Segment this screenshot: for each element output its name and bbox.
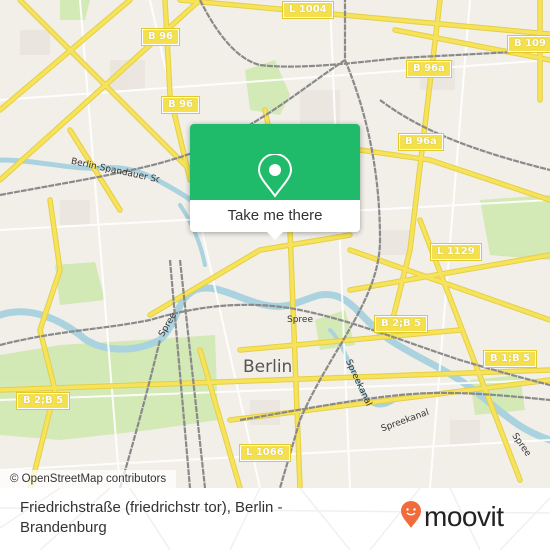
road-shield-b96: B 96 xyxy=(160,96,201,114)
popup-header xyxy=(190,124,360,200)
map-view[interactable]: L 1004 B 109 B 96 B 96 B 96a B 96a L 112… xyxy=(0,0,550,488)
moovit-logo[interactable]: moovit xyxy=(400,501,504,533)
moovit-wordmark: moovit xyxy=(424,501,504,532)
road-shield-b2-b5: B 2;B 5 xyxy=(373,315,429,333)
city-label: Berlin xyxy=(243,357,293,377)
road-shield-b96a: B 96a xyxy=(406,60,452,78)
map-attribution[interactable]: © OpenStreetMap contributors xyxy=(0,470,177,488)
stop-name: Friedrichstraße (friedrichstr tor), Berl… xyxy=(20,499,283,536)
road-shield-b96: B 96 xyxy=(140,28,181,46)
road-shield-l1066: L 1066 xyxy=(239,444,291,462)
road-shield-b1-b5: B 1;B 5 xyxy=(482,350,538,368)
take-me-there-button[interactable]: Take me there xyxy=(190,200,360,232)
moovit-pin-icon xyxy=(400,501,422,533)
road-shield-b96a: B 96a xyxy=(398,133,444,151)
location-popup: Take me there xyxy=(190,124,360,240)
water-label-spree: Spree xyxy=(287,315,314,325)
park-north xyxy=(245,60,290,115)
footer: Friedrichstraße (friedrichstr tor), Berl… xyxy=(0,488,550,550)
popup-pointer xyxy=(267,232,283,240)
road-shield-l1004: L 1004 xyxy=(282,1,334,19)
road-shield-l1129: L 1129 xyxy=(430,243,482,261)
road-shield-b109: B 109 xyxy=(507,35,550,53)
road-shield-b2-b5: B 2;B 5 xyxy=(15,392,71,410)
